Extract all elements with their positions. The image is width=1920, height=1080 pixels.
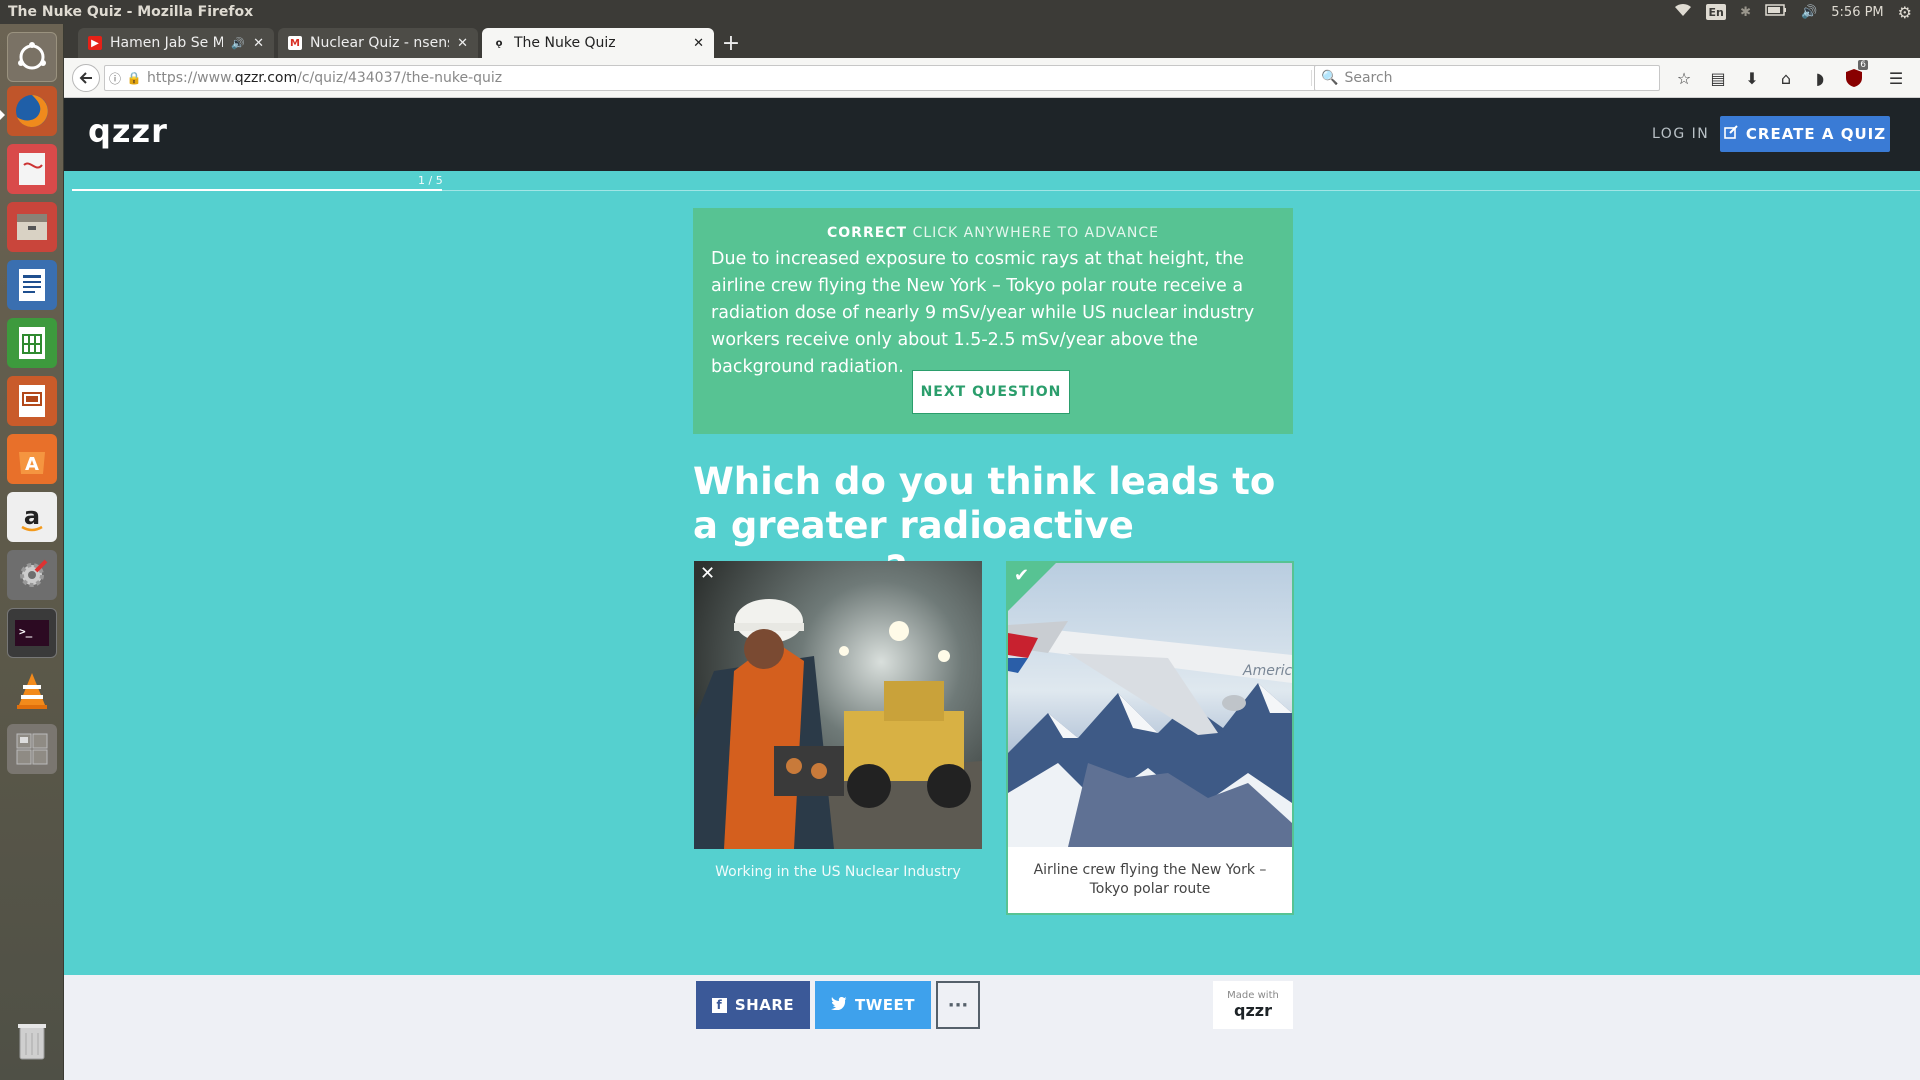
- close-icon[interactable]: ✕: [457, 36, 468, 51]
- progress-label: 1 / 5: [418, 174, 443, 187]
- qzzr-icon: ǫ: [495, 37, 503, 49]
- url-host: qzzr.com: [234, 70, 298, 86]
- progress-fill: [72, 189, 442, 191]
- new-tab-button[interactable]: +: [718, 30, 744, 56]
- qzzr-logo[interactable]: qzzr: [88, 112, 168, 150]
- share-footer: f SHARE TWEET ··· Made with qzzr: [64, 975, 1920, 1080]
- tweet-label: TWEET: [854, 996, 915, 1014]
- made-with-qzzr-badge[interactable]: Made with qzzr: [1213, 981, 1293, 1029]
- tab-label: Nuclear Quiz - nsensha: [310, 35, 449, 51]
- firefox-icon[interactable]: [7, 86, 57, 136]
- url-prefix: https://www.: [147, 70, 235, 86]
- workspaces-icon[interactable]: [7, 724, 57, 774]
- search-placeholder: Search: [1344, 70, 1393, 86]
- vlc-icon[interactable]: [7, 666, 57, 716]
- airplane-image: American ✔: [1008, 563, 1292, 847]
- facebook-share-button[interactable]: f SHARE: [696, 981, 810, 1029]
- url-text[interactable]: https://www.qzzr.com/c/quiz/434037/the-n…: [143, 70, 1311, 86]
- wrong-mark-icon: ✕: [700, 563, 716, 584]
- impress-icon[interactable]: [7, 376, 57, 426]
- made-with-label: Made with: [1227, 990, 1279, 1001]
- battery-icon[interactable]: [1765, 4, 1787, 20]
- amazon-icon[interactable]: a: [7, 492, 57, 542]
- tab-nuke-quiz[interactable]: ǫ The Nuke Quiz ✕: [482, 28, 714, 58]
- gear-icon[interactable]: ⚙: [1898, 3, 1912, 22]
- web-page: qzzr LOG IN CREATE A QUIZ 1 / 5 CORRECT …: [64, 98, 1920, 1080]
- writer-icon[interactable]: [7, 260, 57, 310]
- terminal-icon[interactable]: >_: [7, 608, 57, 658]
- feedback-status: CORRECT CLICK ANYWHERE TO ADVANCE: [693, 225, 1293, 241]
- svg-text:a: a: [24, 502, 40, 530]
- answer-feedback-panel[interactable]: CORRECT CLICK ANYWHERE TO ADVANCE Due to…: [693, 208, 1293, 434]
- search-input[interactable]: 🔍 Search: [1314, 65, 1660, 91]
- software-center-icon[interactable]: A: [7, 434, 57, 484]
- answer-caption: Airline crew flying the New York – Tokyo…: [1033, 862, 1267, 897]
- active-indicator: [0, 110, 5, 120]
- text-editor-icon[interactable]: [7, 144, 57, 194]
- pocket-icon[interactable]: ◗: [1808, 66, 1832, 90]
- back-button[interactable]: [72, 64, 100, 92]
- lock-icon: 🔒: [126, 71, 142, 85]
- svg-text:A: A: [25, 454, 39, 475]
- wifi-icon[interactable]: [1674, 3, 1692, 21]
- info-icon[interactable]: ⓘ: [105, 70, 125, 87]
- svg-text:>_: >_: [19, 625, 33, 638]
- airline-livery-text: American: [1242, 663, 1292, 679]
- tab-youtube[interactable]: ▶ Hamen Jab Se Mohabbat 🔊 ✕: [78, 28, 274, 58]
- system-settings-icon[interactable]: [7, 550, 57, 600]
- hamburger-menu-icon[interactable]: ☰: [1884, 66, 1908, 90]
- download-icon[interactable]: ⬇: [1740, 66, 1764, 90]
- clock[interactable]: 5:56 PM: [1831, 5, 1883, 20]
- bluetooth-icon[interactable]: ✱: [1740, 5, 1751, 20]
- indicator-area: En ✱ 🔊 5:56 PM ⚙: [1674, 0, 1912, 24]
- gmail-icon: M: [288, 36, 302, 50]
- tab-label: The Nuke Quiz: [514, 35, 616, 51]
- close-icon[interactable]: ✕: [253, 36, 264, 51]
- made-with-logo: qzzr: [1234, 1001, 1272, 1020]
- reading-list-icon[interactable]: ▤: [1706, 66, 1730, 90]
- ubuntu-dash-icon[interactable]: [7, 32, 57, 82]
- check-icon: ✔: [1014, 565, 1030, 586]
- next-question-button[interactable]: NEXT QUESTION: [912, 370, 1070, 414]
- answer-caption: Working in the US Nuclear Industry: [715, 864, 961, 880]
- files-icon[interactable]: [7, 202, 57, 252]
- browser-tab-bar: ▶ Hamen Jab Se Mohabbat 🔊 ✕ M Nuclear Qu…: [64, 24, 1920, 58]
- nuclear-worker-image: ✕: [694, 561, 982, 849]
- youtube-icon: ▶: [88, 36, 102, 50]
- close-icon[interactable]: ✕: [693, 36, 704, 51]
- advance-hint: CLICK ANYWHERE TO ADVANCE: [912, 225, 1159, 241]
- tab-label: Hamen Jab Se Mohabbat: [110, 35, 224, 51]
- browser-nav-bar: ⓘ 🔒 https://www.qzzr.com/c/quiz/434037/t…: [64, 58, 1920, 98]
- ublock-badge: 6: [1858, 60, 1868, 70]
- feedback-explanation: Due to increased exposure to cosmic rays…: [711, 249, 1255, 377]
- url-bar[interactable]: ⓘ 🔒 https://www.qzzr.com/c/quiz/434037/t…: [104, 65, 1340, 91]
- edit-icon: [1724, 125, 1738, 143]
- speaker-icon[interactable]: 🔊: [231, 37, 245, 50]
- keyboard-layout-indicator[interactable]: En: [1706, 4, 1727, 20]
- trash-icon[interactable]: [7, 1016, 57, 1066]
- calc-icon[interactable]: [7, 318, 57, 368]
- share-label: SHARE: [734, 996, 795, 1014]
- os-top-panel: The Nuke Quiz - Mozilla Firefox En ✱ 🔊 5…: [0, 0, 1920, 24]
- login-link[interactable]: LOG IN: [1652, 126, 1709, 142]
- answer-card-nuclear-worker[interactable]: ✕ Working in the US Nuclear Industry: [694, 561, 982, 896]
- unity-launcher: A a >_: [0, 24, 64, 1080]
- twitter-tweet-button[interactable]: TWEET: [815, 981, 931, 1029]
- bookmark-star-icon[interactable]: ☆: [1672, 66, 1696, 90]
- site-header: qzzr LOG IN CREATE A QUIZ: [64, 98, 1920, 171]
- twitter-icon: [830, 996, 847, 1014]
- create-quiz-button[interactable]: CREATE A QUIZ: [1720, 116, 1890, 152]
- tab-gmail[interactable]: M Nuclear Quiz - nsensha ✕: [278, 28, 478, 58]
- window-title: The Nuke Quiz - Mozilla Firefox: [8, 4, 254, 20]
- ublock-icon[interactable]: 6: [1842, 60, 1868, 90]
- url-path: /c/quiz/434037/the-nuke-quiz: [297, 70, 503, 86]
- home-icon[interactable]: ⌂: [1774, 66, 1798, 90]
- volume-icon[interactable]: 🔊: [1801, 5, 1817, 20]
- facebook-icon: f: [711, 997, 727, 1013]
- correct-label: CORRECT: [826, 225, 908, 241]
- answer-card-airline-crew[interactable]: American ✔ Airline crew flying the New Y…: [1006, 561, 1294, 915]
- more-share-button[interactable]: ···: [936, 981, 980, 1029]
- search-icon: 🔍: [1321, 70, 1339, 86]
- create-quiz-label: CREATE A QUIZ: [1745, 125, 1887, 143]
